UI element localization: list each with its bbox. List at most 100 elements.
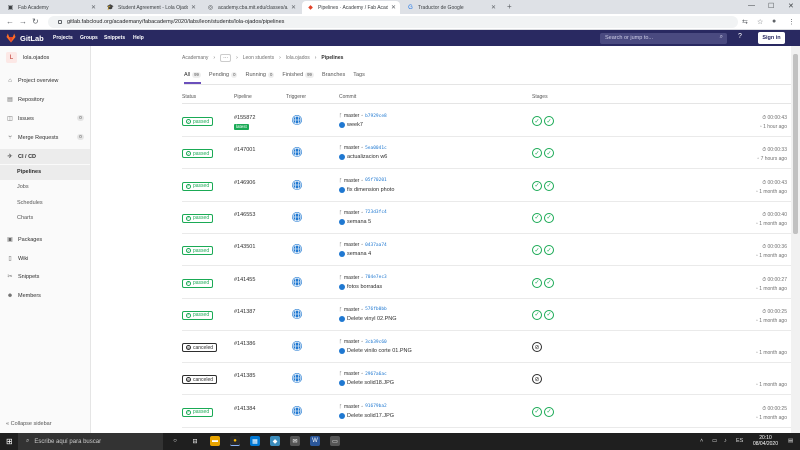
close-icon[interactable]: ✕ [191,4,196,11]
tray-up-icon[interactable]: ˄ [700,438,703,444]
status-badge[interactable]: ✓ passed [182,407,214,417]
sidebar-item-packages[interactable]: ▣ Packages [0,232,90,247]
browser-tab-1[interactable]: ▣ Fab Academy ✕ [2,1,100,14]
branch-name[interactable]: master [344,210,359,216]
commit-title[interactable]: actualizacion w6 [347,154,387,160]
status-badge[interactable]: ✓ passed [182,213,214,223]
sidebar-item-merge-requests[interactable]: ⑂ Merge Requests 0 [0,130,90,145]
triggerer-avatar[interactable] [292,276,302,287]
triggerer-avatar[interactable] [292,244,302,255]
browser-tab-3[interactable]: ◎ academy.cba.mit.edu/classes/a... ✕ [202,1,300,14]
reload-icon[interactable]: ↻ [32,17,39,26]
pipeline-id-link[interactable]: #141387 [234,309,255,315]
commit-title[interactable]: week7 [347,122,363,128]
menu-icon[interactable]: ⋮ [788,18,795,26]
branch-name[interactable]: master [344,371,359,377]
minimize-icon[interactable]: — [748,2,755,9]
stage-passed-icon[interactable]: ✓ [544,406,554,417]
clock[interactable]: 20:10 08/04/2020 [753,435,778,447]
project-header[interactable]: L lola.ojados [6,52,49,63]
mail-icon[interactable]: ✉ [290,436,300,446]
tab-tags[interactable]: Tags [353,70,365,84]
branch-name[interactable]: master [344,307,359,313]
commit-title[interactable]: semana 4 [347,251,371,257]
stage-passed-icon[interactable]: ✓ [532,148,542,159]
translate-page-icon[interactable]: ⇆ [742,18,748,26]
nav-projects[interactable]: Projects [53,35,73,41]
breadcrumb-pipelines[interactable]: Pipelines [321,55,343,61]
pipeline-id-link[interactable]: #155872 [234,115,255,121]
status-badge[interactable]: ✓ passed [182,181,214,191]
pipeline-id-link[interactable]: #146553 [234,212,255,218]
chrome-icon[interactable]: ● [230,436,240,446]
close-icon[interactable]: ✕ [91,4,96,11]
stage-passed-icon[interactable]: ✓ [532,277,542,288]
triggerer-avatar[interactable] [292,373,302,384]
commit-hash[interactable]: 05f70201 [365,178,387,183]
help-icon[interactable]: ? [738,33,742,40]
commit-hash[interactable]: b7929ce8 [365,114,387,119]
notifications-icon[interactable]: ▤ [788,438,793,444]
back-icon[interactable]: ← [6,17,14,26]
search-input[interactable]: Search or jump to... ⌕ [600,33,727,44]
stage-passed-icon[interactable]: ✓ [544,277,554,288]
commit-hash[interactable]: 704e7ec3 [365,275,387,280]
commit-hash[interactable]: 5ea0041c [365,146,387,151]
commit-title[interactable]: Delete solid17.JPG [347,413,394,419]
close-icon[interactable]: ✕ [491,4,496,11]
pipeline-id-link[interactable]: #141384 [234,406,255,412]
network-icon[interactable]: ▭ [712,438,717,444]
gitlab-logo[interactable]: GitLab [6,33,44,43]
stage-passed-icon[interactable]: ✓ [532,245,542,256]
sidebar-subitem-charts[interactable]: Charts [0,211,90,226]
branch-name[interactable]: master [344,339,359,345]
triggerer-avatar[interactable] [292,341,302,352]
breadcrumb-leon-students[interactable]: Leon students [243,55,274,61]
triggerer-avatar[interactable] [292,211,302,222]
sidebar-item-snippets[interactable]: ✂ Snippets [0,269,90,284]
collapse-sidebar-button[interactable]: « Collapse sidebar [6,421,52,427]
pipeline-id-link[interactable]: #146906 [234,180,255,186]
task-split-icon[interactable]: ⊟ [190,436,200,446]
store-icon[interactable]: ▦ [250,436,260,446]
language-icon[interactable]: ES [736,438,743,444]
branch-name[interactable]: master [344,113,359,119]
branch-name[interactable]: master [344,178,359,184]
stage-passed-icon[interactable]: ✓ [544,180,554,191]
word-icon[interactable]: W [310,436,320,446]
profile-icon[interactable]: ● [772,18,776,25]
scrollbar[interactable] [791,46,800,433]
stage-passed-icon[interactable]: ✓ [532,116,542,126]
triggerer-avatar[interactable] [292,115,302,125]
branch-name[interactable]: master [344,275,359,281]
tab-branches[interactable]: Branches [322,70,345,84]
sidebar-subitem-pipelines[interactable]: Pipelines [0,165,90,180]
triggerer-avatar[interactable] [292,405,302,416]
sign-in-button[interactable]: Sign in [758,32,785,44]
status-badge[interactable]: ✓ passed [182,117,214,126]
stage-passed-icon[interactable]: ✓ [544,116,554,126]
stage-passed-icon[interactable]: ✓ [544,148,554,159]
commit-title[interactable]: Delete vinilo corte 01.PNG [347,348,412,354]
branch-name[interactable]: master [344,242,359,248]
stage-passed-icon[interactable]: ✓ [544,309,554,320]
sidebar-item-members[interactable]: ☻ Members [0,288,90,303]
triggerer-avatar[interactable] [292,147,302,158]
breadcrumb-academany[interactable]: Academany [182,55,208,61]
sidebar-item-ci-cd[interactable]: ✈ CI / CD [0,149,90,164]
browser-tab-2[interactable]: 🎓 Student Agreement - Lola Ojado ✕ [102,1,200,14]
commit-hash[interactable]: 2967a6ac [365,372,387,377]
maximize-icon[interactable]: ☐ [768,2,774,10]
pipeline-id-link[interactable]: #143501 [234,244,255,250]
nav-help[interactable]: Help [133,35,144,41]
status-badge[interactable]: ⊘ canceled [182,343,218,353]
star-icon[interactable]: ☆ [757,18,763,26]
stage-canceled-icon[interactable]: ⊘ [532,374,542,385]
taskbar-search[interactable]: ⌕ Escribe aquí para buscar [18,433,163,450]
branch-name[interactable]: master [344,404,359,410]
pipeline-id-link[interactable]: #141455 [234,277,255,283]
breadcrumb-project[interactable]: lola.ojados [286,55,310,61]
status-badge[interactable]: ✓ passed [182,246,214,256]
file-explorer-icon[interactable]: ▬ [210,436,220,446]
pinned-app-icon[interactable]: ▭ [330,436,340,446]
